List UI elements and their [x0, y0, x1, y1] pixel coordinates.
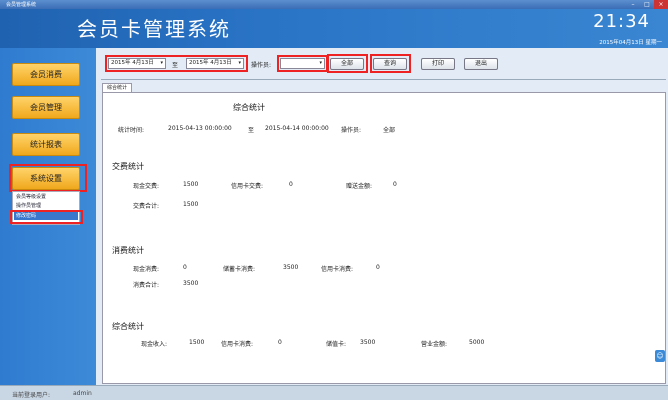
settings-highlight-box: [9, 164, 87, 192]
stored-consume-value: 3500: [283, 264, 299, 271]
window-title-bar: 会员管理系统 – □ ×: [0, 0, 668, 9]
period-start: 2015-04-13 00:00:00: [168, 125, 232, 132]
window-title: 会员管理系统: [6, 2, 37, 8]
submenu-highlight-box: [10, 210, 83, 224]
current-user-label: 当前登录用户:: [12, 392, 51, 399]
cash-consume-label: 现金消费:: [133, 266, 160, 273]
gift-amount-value: 0: [393, 181, 397, 188]
current-date: 2015年04月13日 星期一: [599, 40, 662, 46]
summary-card-value: 0: [278, 339, 282, 346]
gift-amount-label: 赠送金额:: [346, 183, 373, 190]
consume-heading: 消费统计: [112, 246, 144, 255]
consume-total-label: 消费合计:: [133, 282, 160, 289]
query-highlight-box: [370, 54, 411, 73]
recharge-heading: 交费统计: [112, 162, 144, 171]
cash-income-value: 1500: [189, 339, 205, 346]
status-bar: 当前登录用户: admin: [0, 385, 668, 400]
all-highlight-box: [327, 54, 368, 73]
chat-icon[interactable]: ☺: [655, 350, 665, 362]
cash-income-label: 现金收入:: [141, 341, 168, 348]
consume-total-value: 3500: [183, 280, 199, 287]
operator-highlight-box: [277, 55, 328, 72]
sidebar-item-member-manage[interactable]: 会员管理: [12, 96, 80, 119]
current-user-value: admin: [73, 390, 92, 397]
report-title: 综合统计: [233, 103, 265, 112]
operator-label: 操作员:: [251, 62, 272, 69]
maximize-icon[interactable]: □: [640, 0, 654, 9]
exit-button[interactable]: 退出: [464, 58, 498, 70]
recharge-total-value: 1500: [183, 201, 199, 208]
submenu-item-operator-manage[interactable]: 操作员管理: [16, 202, 76, 210]
print-button[interactable]: 打印: [421, 58, 455, 70]
summary-heading: 综合统计: [112, 322, 144, 331]
report-operator-label: 操作员:: [341, 127, 362, 134]
date-range-highlight-box: [105, 55, 248, 72]
period-end: 2015-04-14 00:00:00: [265, 125, 329, 132]
main-panel: 2015年 4月13日 ▾ 至 2015年 4月13日 ▾ 操作员: ▾ 全部 …: [96, 48, 668, 385]
period-label: 统计时间:: [118, 127, 145, 134]
revenue-label: 营业金额:: [421, 341, 448, 348]
sidebar: 会员消费 会员管理 统计报表 系统设置 会员等级设置 操作员管理 修改密码: [0, 48, 96, 385]
revenue-value: 5000: [469, 339, 485, 346]
sidebar-item-reports[interactable]: 统计报表: [12, 133, 80, 156]
sidebar-item-member-consume[interactable]: 会员消费: [12, 63, 80, 86]
cash-recharge-label: 现金交费:: [133, 183, 160, 190]
summary-stored-label: 储值卡:: [326, 341, 347, 348]
toolbar-divider: [101, 79, 666, 80]
app-header: 会员卡管理系统 21:34 2015年04月13日 星期一: [0, 9, 668, 48]
summary-stored-value: 3500: [360, 339, 376, 346]
submenu-item-level-settings[interactable]: 会员等级设置: [16, 193, 76, 201]
clock: 21:34: [593, 11, 650, 32]
card-consume-value: 0: [376, 264, 380, 271]
cash-recharge-value: 1500: [183, 181, 199, 188]
close-icon[interactable]: ×: [654, 0, 668, 9]
period-separator: 至: [248, 127, 255, 134]
app-title: 会员卡管理系统: [77, 17, 231, 41]
card-recharge-label: 信用卡交费:: [231, 183, 264, 190]
report-operator-value: 全部: [383, 127, 396, 134]
report-content: 综合统计 统计时间: 2015-04-13 00:00:00 至 2015-04…: [102, 92, 666, 384]
minimize-icon[interactable]: –: [626, 0, 640, 9]
card-consume-label: 信用卡消费:: [321, 266, 354, 273]
card-recharge-value: 0: [289, 181, 293, 188]
cash-consume-value: 0: [183, 264, 187, 271]
stored-consume-label: 储蓄卡消费:: [223, 266, 256, 273]
summary-card-label: 信用卡消费:: [221, 341, 254, 348]
recharge-total-label: 交费合计:: [133, 203, 160, 210]
